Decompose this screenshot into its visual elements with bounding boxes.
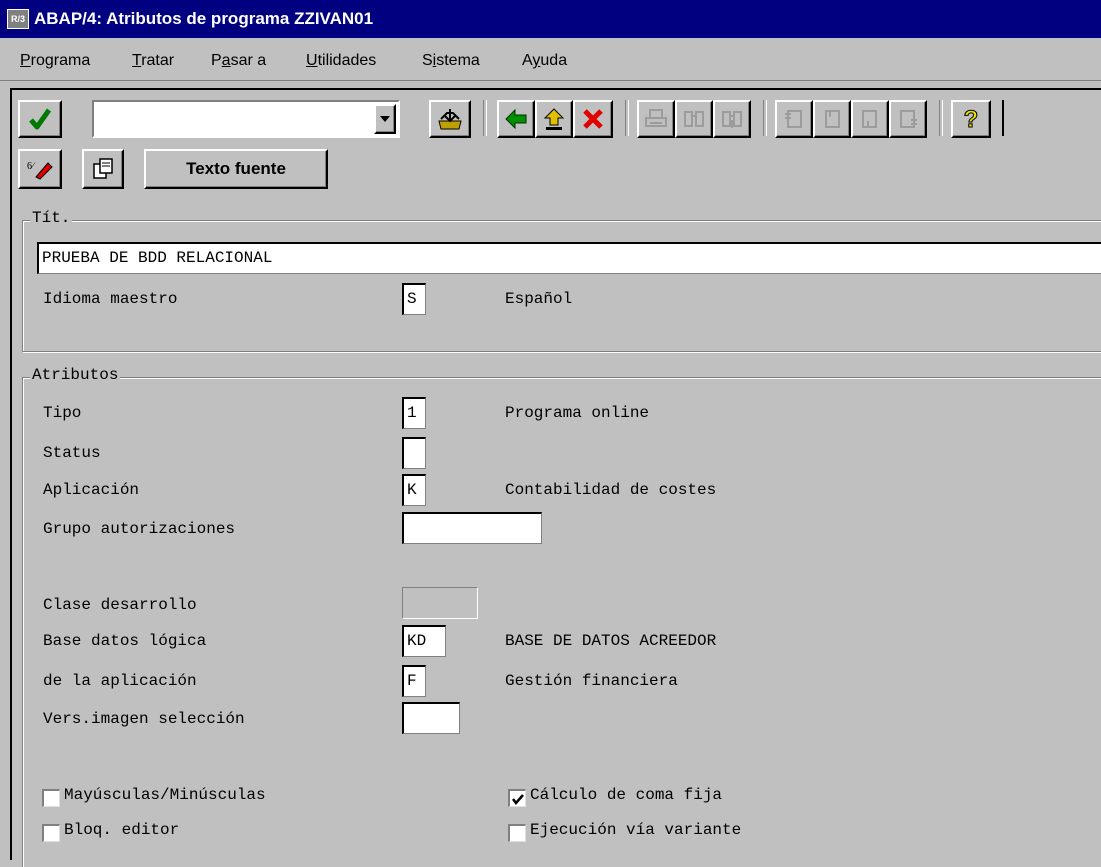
copy-button[interactable] [82,149,124,189]
status-field[interactable] [402,437,426,469]
find-button[interactable] [675,100,713,138]
menu-programa[interactable]: Programa [20,52,90,70]
program-title-field[interactable]: PRUEBA DE BDD RELACIONAL [37,242,1101,274]
help-icon: ? [963,106,979,132]
toolbar-separator [939,100,943,136]
print-icon [645,109,667,127]
toolbar-separator [483,100,487,136]
edit-pencil-icon: 6∕ [27,161,53,180]
last-page-icon [900,110,917,128]
last-page-button[interactable] [889,100,927,138]
find-icon [684,111,704,127]
save-button[interactable] [429,100,471,138]
ejecucion-via-variante-checkbox[interactable] [508,824,526,842]
aplicacion-text: Contabilidad de costes [505,481,717,499]
previous-page-icon [825,110,840,128]
help-button[interactable]: ? [951,100,991,138]
menu-utilidades[interactable]: Utilidades [306,52,376,70]
title-group [22,220,1101,352]
first-page-button[interactable] [775,100,813,138]
cancel-button[interactable] [573,100,613,138]
next-page-button[interactable] [851,100,889,138]
source-text-button[interactable]: Texto fuente [144,149,328,189]
checkmark-icon [512,794,524,805]
status-label: Status [43,444,101,462]
clase-desarrollo-field [402,587,478,619]
command-input[interactable] [94,102,370,134]
calculo-coma-fija-label: Cálculo de coma fija [530,786,723,804]
aplicacion-field[interactable]: K [402,474,426,506]
svg-text:?: ? [964,106,979,132]
vers-imagen-seleccion-field[interactable] [402,702,460,734]
toolbar-separator [763,100,767,136]
menu-ayuda[interactable]: Ayuda [522,52,567,70]
vers-imagen-seleccion-label: Vers.imagen selección [43,710,245,728]
master-language-field[interactable]: S [402,283,426,315]
grupo-autorizaciones-label: Grupo autorizaciones [43,520,236,538]
bloq-editor-label: Bloq. editor [64,821,180,839]
de-la-aplicacion-text: Gestión financiera [505,672,678,690]
first-page-icon [785,110,802,128]
cancel-icon [583,109,603,129]
program-attributes-form: Tít. PRUEBA DE BDD RELACIONAL Idioma mae… [10,207,1101,867]
check-syntax-button[interactable]: 6∕ [18,149,62,189]
menu-sistema[interactable]: Sistema [422,52,480,70]
window-title-bar: R/3 ABAP/4: Atributos de programa ZZIVAN… [0,0,1101,38]
de-la-aplicacion-field[interactable]: F [402,665,426,697]
master-language-text: Español [505,290,573,308]
back-icon [505,108,527,130]
enter-button[interactable] [18,100,62,138]
svg-text:6∕: 6∕ [27,161,36,172]
save-icon [438,109,462,130]
title-group-legend: Tít. [30,209,73,227]
menu-pasar-a[interactable]: Pasar a [211,52,266,70]
find-next-icon [722,111,742,128]
base-datos-logica-field[interactable]: KD [402,625,446,657]
master-language-label: Idioma maestro [43,290,178,308]
tipo-field[interactable]: 1 [402,397,426,429]
menu-tratar[interactable]: Tratar [132,52,174,70]
source-text-label: Texto fuente [186,159,286,178]
menu-bar: Programa Tratar Pasar a Utilidades Siste… [0,40,1101,81]
mayusculas-label: Mayúsculas/Minúsculas [64,786,266,804]
toolbar-separator [625,100,629,136]
grupo-autorizaciones-field[interactable] [402,512,542,544]
calculo-coma-fija-checkbox[interactable] [508,789,526,807]
check-icon [29,108,52,130]
ejecucion-via-variante-label: Ejecución vía variante [530,821,742,839]
dropdown-icon [380,116,390,122]
exit-button[interactable] [535,100,573,138]
attributes-group-legend: Atributos [30,366,121,384]
print-button[interactable] [637,100,675,138]
bloq-editor-checkbox[interactable] [42,824,60,842]
window-title: ABAP/4: Atributos de programa ZZIVAN01 [34,9,374,28]
tipo-label: Tipo [43,404,82,422]
toolbar-end-line [1002,100,1004,136]
base-datos-logica-label: Base datos lógica [43,632,207,650]
base-datos-logica-text: BASE DE DATOS ACREEDOR [505,632,717,650]
tipo-text: Programa online [505,404,650,422]
mayusculas-checkbox[interactable] [42,789,60,807]
aplicacion-label: Aplicación [43,481,140,499]
sap-app-icon[interactable]: R/3 [7,9,29,29]
back-button[interactable] [497,100,535,138]
next-page-icon [862,110,877,128]
toolbar-area: ? 6∕ Texto fuente [10,88,1101,207]
copy-icon [93,158,113,179]
command-field[interactable] [92,100,400,138]
clase-desarrollo-label: Clase desarrollo [43,596,197,614]
find-next-button[interactable] [713,100,751,138]
previous-page-button[interactable] [813,100,851,138]
de-la-aplicacion-label: de la aplicación [43,672,197,690]
command-dropdown-button[interactable] [374,104,396,134]
exit-icon [543,108,565,130]
